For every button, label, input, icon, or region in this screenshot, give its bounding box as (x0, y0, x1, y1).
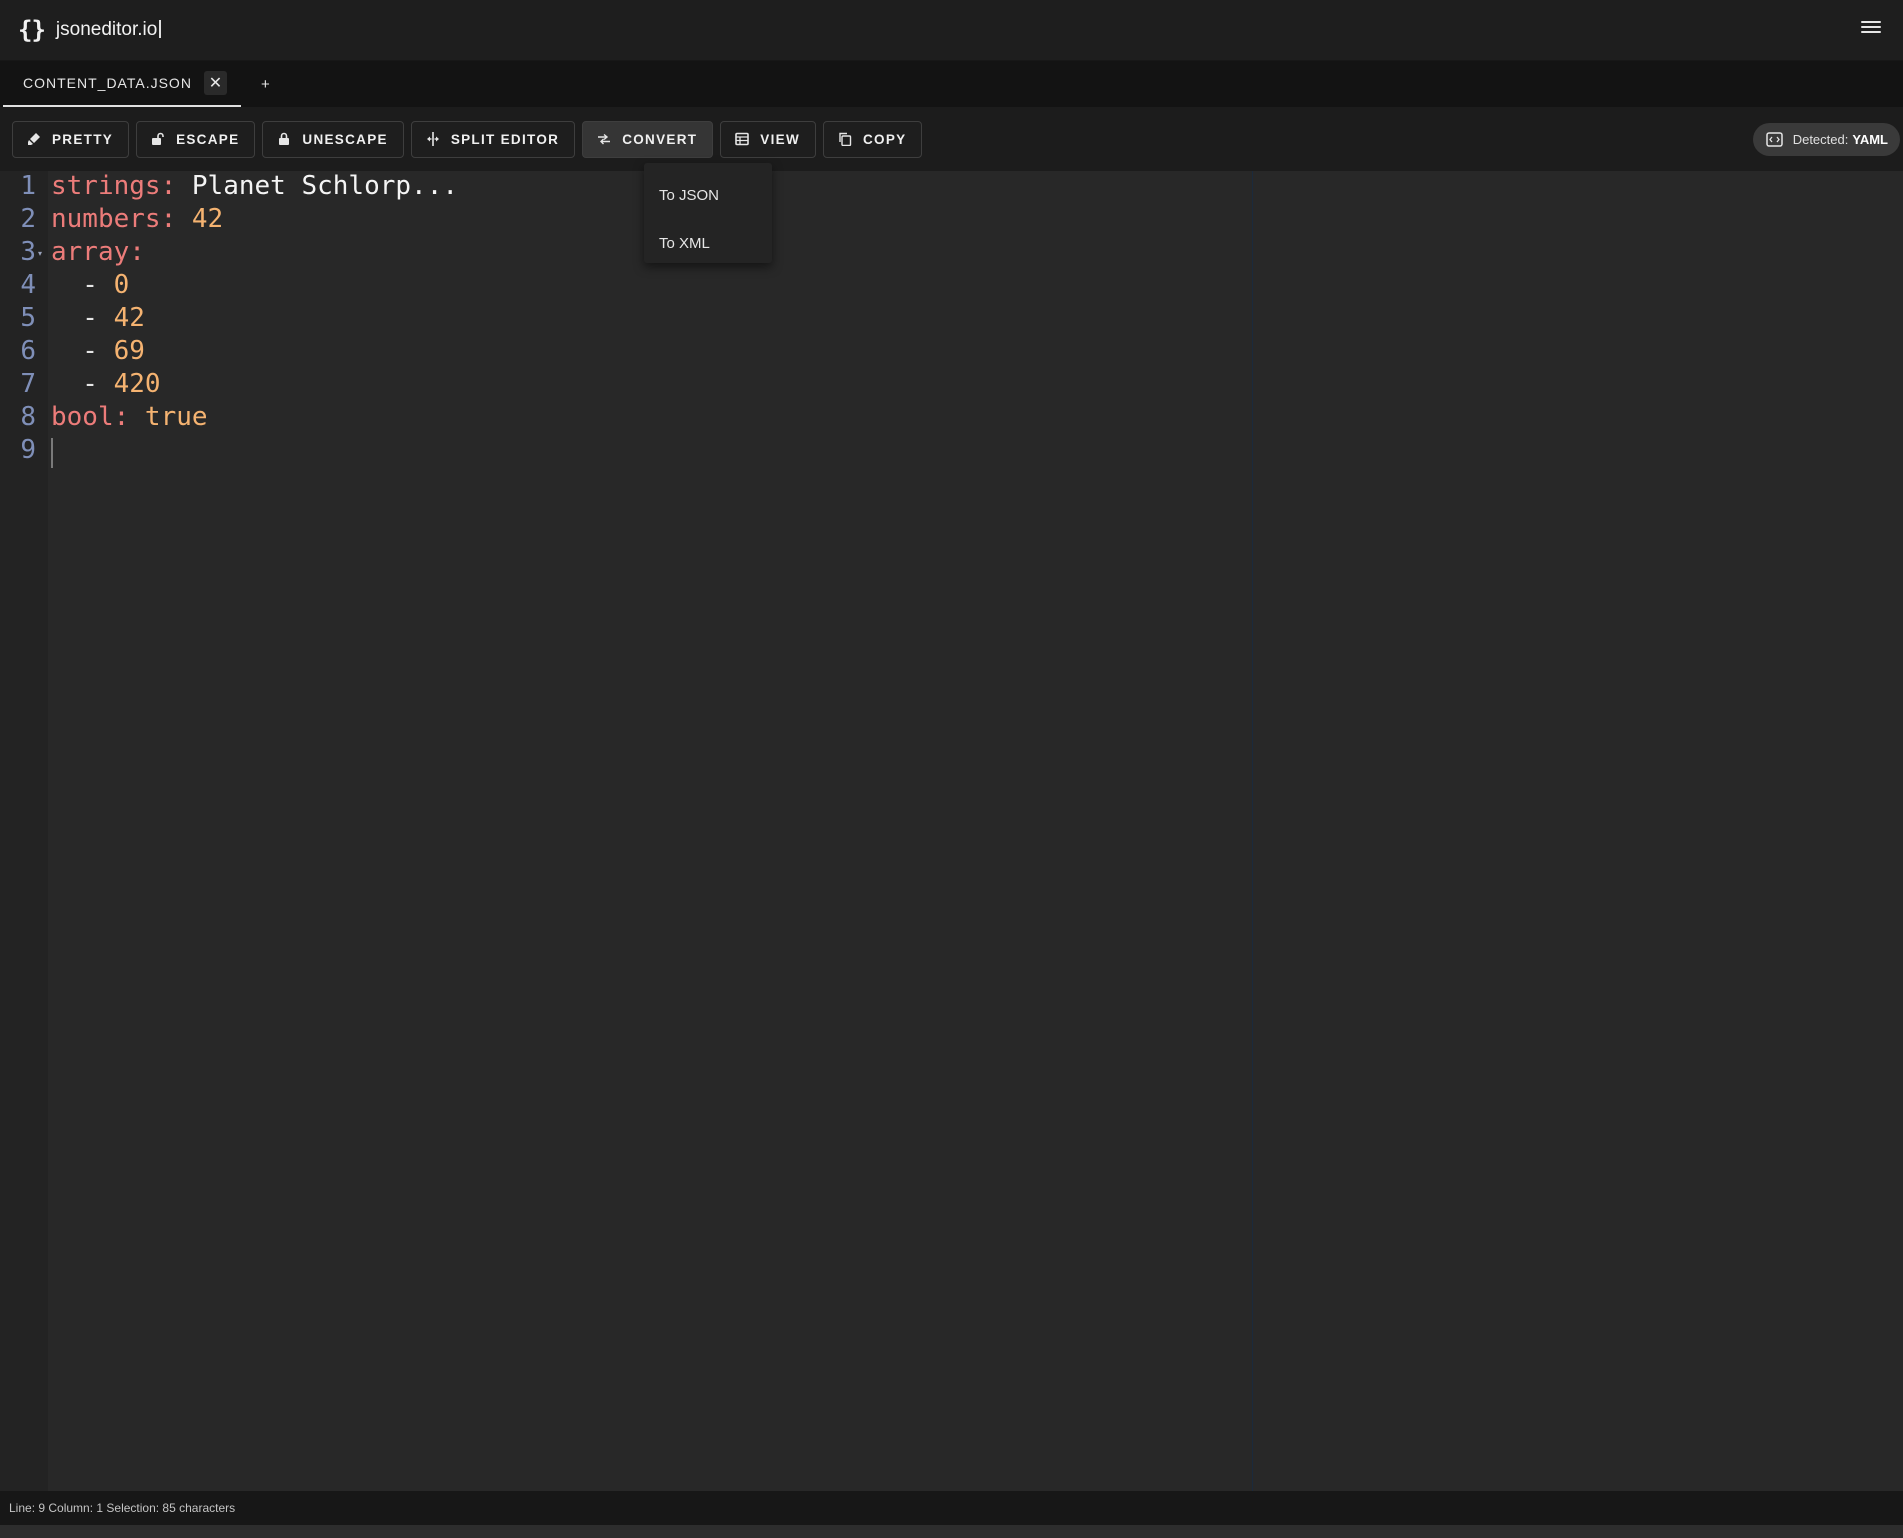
yaml-number: 42 (113, 303, 145, 333)
pretty-button[interactable]: PRETTY (12, 120, 130, 158)
yaml-key: numbers: (51, 204, 177, 234)
escape-label: ESCAPE (176, 131, 240, 147)
yaml-number: 0 (113, 270, 130, 300)
line-number: 9 (20, 435, 36, 465)
line-number: 8 (20, 402, 36, 432)
line-number: 6 (20, 336, 36, 366)
cursor-position-status: Line: 9 Column: 1 Selection: 85 characte… (9, 1501, 236, 1515)
tab-title: CONTENT_DATA.JSON (23, 75, 192, 91)
line-number-gutter: 1 2 3 ▾ 4 5 6 7 8 9 (0, 171, 48, 1491)
swap-arrows-icon (598, 133, 611, 145)
yaml-list-dash: - (51, 369, 114, 399)
yaml-number: 420 (113, 369, 161, 399)
braces-logo-icon[interactable]: {} (18, 16, 46, 44)
view-label: VIEW (760, 131, 800, 147)
brand-text: jsoneditor.io (55, 19, 158, 40)
code-line: - 0 (51, 270, 129, 300)
copy-label: COPY (863, 131, 907, 147)
unescape-button[interactable]: UNESCAPE (262, 120, 404, 158)
yaml-key: strings: (51, 171, 177, 201)
code-line: bool: true (51, 402, 208, 432)
code-line: - 69 (51, 336, 145, 366)
close-tab-icon[interactable]: ✕ (203, 71, 227, 95)
text-cursor (51, 438, 53, 468)
yaml-key: bool: (51, 402, 130, 432)
split-icon (426, 132, 439, 146)
yaml-list-dash: - (51, 336, 114, 366)
convert-label: CONVERT (622, 131, 698, 147)
brush-icon (28, 133, 40, 145)
add-tab-button[interactable]: + (241, 61, 270, 107)
tab-content-data[interactable]: CONTENT_DATA.JSON ✕ (3, 61, 241, 107)
copy-button[interactable]: COPY (823, 120, 923, 158)
status-bar: Line: 9 Column: 1 Selection: 85 characte… (0, 1491, 1903, 1525)
table-icon (735, 132, 750, 146)
escape-button[interactable]: ESCAPE (136, 120, 256, 158)
app-header: {} jsoneditor.io (0, 0, 1903, 61)
yaml-number: 69 (113, 336, 145, 366)
detected-label: Detected: (1792, 132, 1849, 147)
yaml-boolean: true (129, 402, 208, 432)
line-number: 4 (20, 270, 36, 300)
code-line: - 420 (51, 369, 161, 399)
pretty-label: PRETTY (52, 131, 114, 147)
right-pane (1253, 171, 1903, 1491)
code-line: numbers: 42 (51, 204, 223, 234)
split-editor-label: SPLIT EDITOR (450, 131, 560, 147)
line-number: 3 (20, 237, 36, 267)
lock-icon (279, 132, 290, 145)
fold-toggle-icon[interactable]: ▾ (38, 249, 42, 258)
convert-button[interactable]: CONVERT (582, 120, 714, 158)
code-line: strings: Planet Schlorp... (51, 171, 458, 201)
yaml-key: array: (51, 237, 145, 267)
line-number: 2 (20, 204, 36, 234)
code-editor[interactable]: 1 2 3 ▾ 4 5 6 7 8 9 strings: Planet Schl… (0, 171, 1252, 1491)
line-number: 1 (20, 171, 36, 201)
convert-to-json-item[interactable]: To JSON (644, 171, 772, 219)
toolbar: PRETTY ESCAPE UNESCAPE SPLIT EDITOR CONV… (0, 107, 1903, 171)
unlock-icon (152, 132, 164, 145)
unescape-label: UNESCAPE (302, 131, 388, 147)
convert-dropdown-menu: To JSON To XML (644, 163, 772, 263)
line-number: 5 (20, 303, 36, 333)
code-line: array: (51, 237, 145, 267)
detected-value: YAML (1852, 132, 1888, 147)
yaml-string: Planet Schlorp... (176, 171, 458, 201)
copy-icon (839, 132, 852, 146)
yaml-list-dash: - (51, 270, 114, 300)
horizontal-scrollbar[interactable] (0, 1525, 1903, 1538)
tab-bar: CONTENT_DATA.JSON ✕ + (0, 61, 1903, 107)
hamburger-menu-icon[interactable] (1861, 21, 1881, 37)
convert-to-xml-item[interactable]: To XML (644, 219, 772, 267)
brand-name[interactable]: jsoneditor.io (56, 19, 161, 41)
yaml-number: 42 (176, 204, 224, 234)
code-window-icon (1765, 132, 1783, 147)
detected-format-badge: Detected: YAML (1752, 123, 1900, 156)
split-editor-button[interactable]: SPLIT EDITOR (410, 120, 576, 158)
code-line: - 42 (51, 303, 145, 333)
line-number: 7 (20, 369, 36, 399)
yaml-list-dash: - (51, 303, 114, 333)
view-button[interactable]: VIEW (720, 120, 816, 158)
text-caret (159, 20, 161, 38)
